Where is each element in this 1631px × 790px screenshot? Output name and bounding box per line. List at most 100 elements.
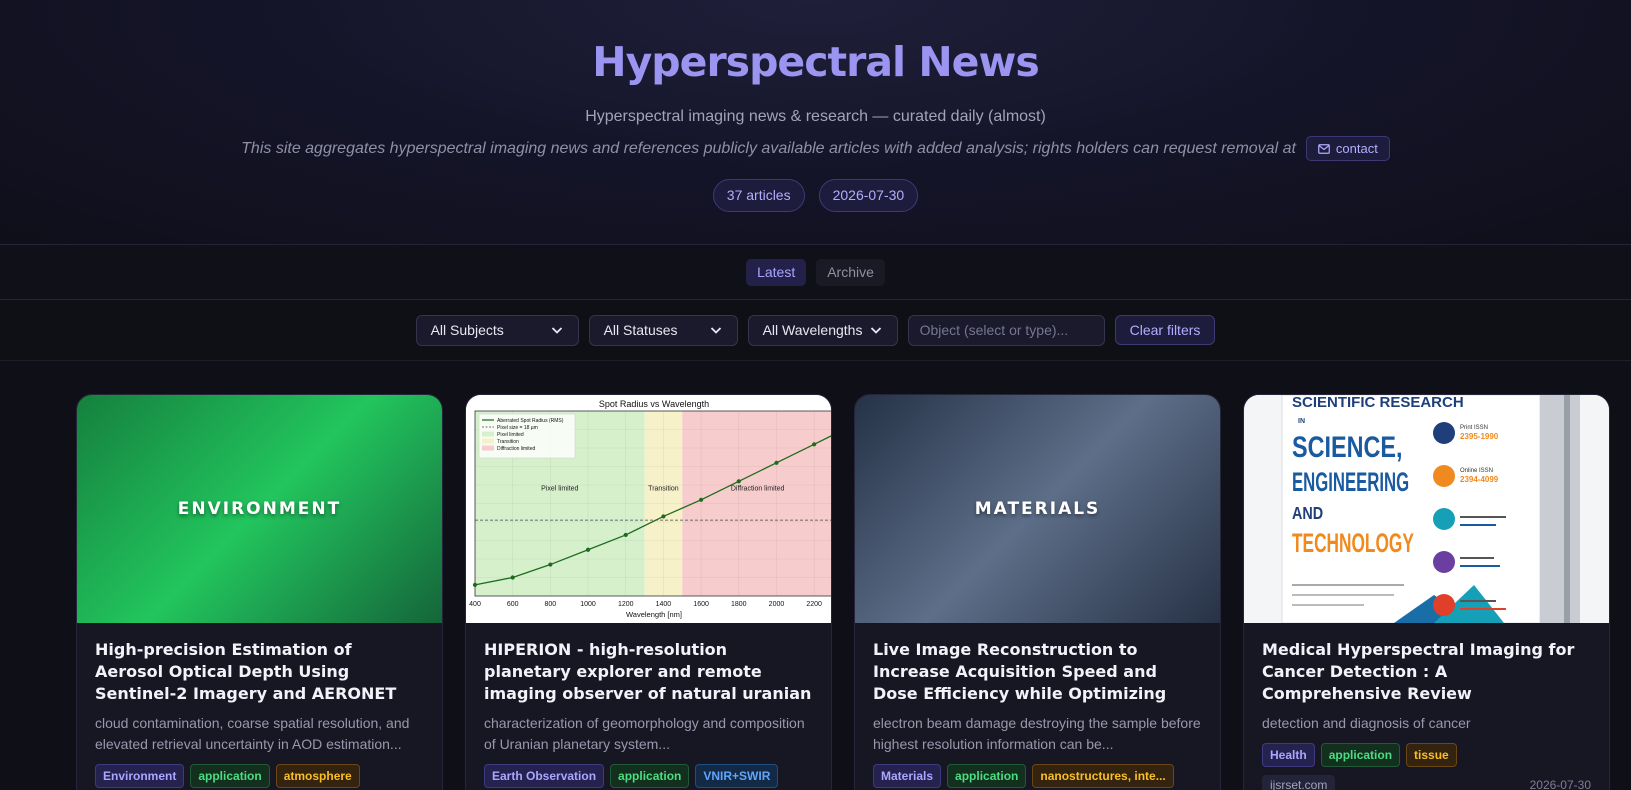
legend-label: Transition xyxy=(497,439,519,445)
spot-radius-point xyxy=(548,562,553,567)
legend-swatch xyxy=(482,431,494,437)
article-card[interactable]: ENVIRONMENT High-precision Estimation of… xyxy=(76,394,443,790)
status-tag[interactable]: application xyxy=(947,764,1027,788)
legend-label: Aberrated Spot Radius (RMS) xyxy=(497,418,564,424)
x-tick-label: 1000 xyxy=(580,601,596,608)
subjects-select-value: All Subjects xyxy=(430,322,504,338)
spot-radius-point xyxy=(661,514,666,519)
contact-button[interactable]: contact xyxy=(1305,136,1390,161)
subject-tag[interactable]: Materials xyxy=(873,764,942,788)
tab-latest[interactable]: Latest xyxy=(746,258,807,286)
object-tag[interactable]: tissue xyxy=(1406,743,1457,767)
journal-cover-image: SCIENTIFIC RESEARCH IN SCIENCE, ENGINEER… xyxy=(1244,395,1609,623)
spot-radius-point xyxy=(812,442,817,447)
category-banner: ENVIRONMENT xyxy=(77,395,442,623)
status-tag[interactable]: application xyxy=(610,764,690,788)
card-thumbnail: ENVIRONMENT xyxy=(77,395,442,623)
x-tick-label: 800 xyxy=(545,601,557,608)
article-count-badge: 37 articles xyxy=(712,179,805,212)
spot-radius-point xyxy=(699,497,704,502)
x-tick-label: 2000 xyxy=(769,601,785,608)
category-banner: MATERIALS xyxy=(855,395,1220,623)
chevron-down-icon xyxy=(870,327,881,334)
chart-title: Spot Radius vs Wavelength xyxy=(599,399,709,409)
x-tick-label: 2200 xyxy=(806,601,822,608)
x-tick-label: 1400 xyxy=(656,601,672,608)
cover-line-4: ENGINEERING xyxy=(1292,467,1409,497)
card-excerpt: electron beam damage destroying the samp… xyxy=(873,715,1201,752)
legend-swatch xyxy=(482,445,494,451)
card-title[interactable]: HIPERION - high-resolution planetary exp… xyxy=(484,639,813,705)
statuses-select[interactable]: All Statuses xyxy=(588,314,738,346)
site-header: Hyperspectral News Hyperspectral imaging… xyxy=(0,0,1631,245)
region-label: Diffraction limited xyxy=(731,486,785,493)
site-title: Hyperspectral News xyxy=(592,38,1040,86)
cover-line-6: TECHNOLOGY xyxy=(1292,527,1414,558)
card-excerpt: characterization of geomorphology and co… xyxy=(484,715,805,752)
x-tick-label: 1800 xyxy=(731,601,747,608)
card-date: 2026-07-30 xyxy=(1529,778,1591,790)
issn-print-label: Print ISSN xyxy=(1460,425,1488,431)
article-card[interactable]: MATERIALS Live Image Reconstruction to I… xyxy=(854,394,1221,790)
object-tag[interactable]: atmosphere xyxy=(275,764,360,788)
statuses-select-value: All Statuses xyxy=(603,322,678,338)
status-tag[interactable]: application xyxy=(190,764,270,788)
mail-icon xyxy=(1318,143,1330,154)
card-title[interactable]: High-precision Estimation of Aerosol Opt… xyxy=(95,639,424,705)
wavelength-tag[interactable]: VNIR+SWIR xyxy=(695,764,779,788)
spot-radius-point xyxy=(736,479,741,484)
object-tag[interactable]: nanostructures, inte... xyxy=(1032,764,1174,788)
x-tick-label: 400 xyxy=(469,601,481,608)
legend-swatch xyxy=(482,438,494,444)
status-tag[interactable]: application xyxy=(1320,743,1401,767)
card-tags: Earth Observation application VNIR+SWIR xyxy=(484,764,813,788)
spot-radius-point xyxy=(623,532,628,538)
x-tick-label: 1600 xyxy=(693,601,709,608)
subject-tag[interactable]: Environment xyxy=(95,764,185,788)
object-input[interactable] xyxy=(907,314,1105,346)
card-title[interactable]: Medical Hyperspectral Imaging for Cancer… xyxy=(1262,639,1591,705)
site-tagline: Hyperspectral imaging news & research — … xyxy=(585,108,1046,125)
issn-print: 2395-1990 xyxy=(1460,432,1499,441)
region-label: Transition xyxy=(648,486,679,493)
issn-online-label: Online ISSN xyxy=(1460,468,1493,474)
legend-label: Pixel limited xyxy=(497,432,524,438)
filter-bar: All Subjects All Statuses All Wavelength… xyxy=(0,300,1631,361)
subject-tag[interactable]: Earth Observation xyxy=(484,764,605,788)
book-icon xyxy=(1433,422,1455,444)
article-card[interactable]: SCIENTIFIC RESEARCH IN SCIENCE, ENGINEER… xyxy=(1243,394,1610,790)
mail-icon xyxy=(1433,594,1455,616)
tab-archive[interactable]: Archive xyxy=(816,258,885,286)
card-thumbnail: Spot Radius vs Wavelength Wavelength [nm]… xyxy=(466,395,831,623)
cover-line-2: IN xyxy=(1298,418,1305,425)
x-axis-label: Wavelength [nm] xyxy=(626,610,682,619)
cover-line-3: SCIENCE, xyxy=(1292,430,1402,463)
legend-label: Diffraction limited xyxy=(497,446,535,452)
x-tick-label: 600 xyxy=(507,601,519,608)
clear-filters-button[interactable]: Clear filters xyxy=(1114,315,1216,345)
article-grid: ENVIRONMENT High-precision Estimation of… xyxy=(76,394,1611,790)
x-tick-label: 1200 xyxy=(618,601,634,608)
spot-radius-point xyxy=(774,460,779,465)
card-title[interactable]: Live Image Reconstruction to Increase Ac… xyxy=(873,639,1202,705)
chevron-down-icon xyxy=(551,327,562,334)
web-icon xyxy=(1433,508,1455,530)
calendar-icon xyxy=(1433,551,1455,573)
subjects-select[interactable]: All Subjects xyxy=(415,314,579,346)
wavelengths-select[interactable]: All Wavelengths xyxy=(747,314,898,346)
source-link[interactable]: ijsrset.com xyxy=(1262,775,1336,790)
card-excerpt: detection and diagnosis of cancer xyxy=(1262,715,1471,731)
view-tabs: Latest Archive xyxy=(0,245,1631,300)
chevron-down-icon xyxy=(710,327,721,334)
cover-line-1: SCIENTIFIC RESEARCH xyxy=(1292,395,1464,411)
subject-tag[interactable]: Health xyxy=(1262,743,1315,767)
card-thumbnail: MATERIALS xyxy=(855,395,1220,623)
issn-online: 2394-4099 xyxy=(1460,475,1499,484)
journal-cover-art: SCIENTIFIC RESEARCH IN SCIENCE, ENGINEER… xyxy=(1244,395,1609,623)
globe-icon xyxy=(1433,465,1455,487)
card-excerpt: cloud contamination, coarse spatial reso… xyxy=(95,715,410,752)
article-card[interactable]: Spot Radius vs Wavelength Wavelength [nm]… xyxy=(465,394,832,790)
stats-pills: 37 articles 2026-07-30 xyxy=(0,179,1631,212)
card-tags: Health application tissue xyxy=(1262,743,1591,767)
disclaimer-text: This site aggregates hyperspectral imagi… xyxy=(241,139,1296,157)
